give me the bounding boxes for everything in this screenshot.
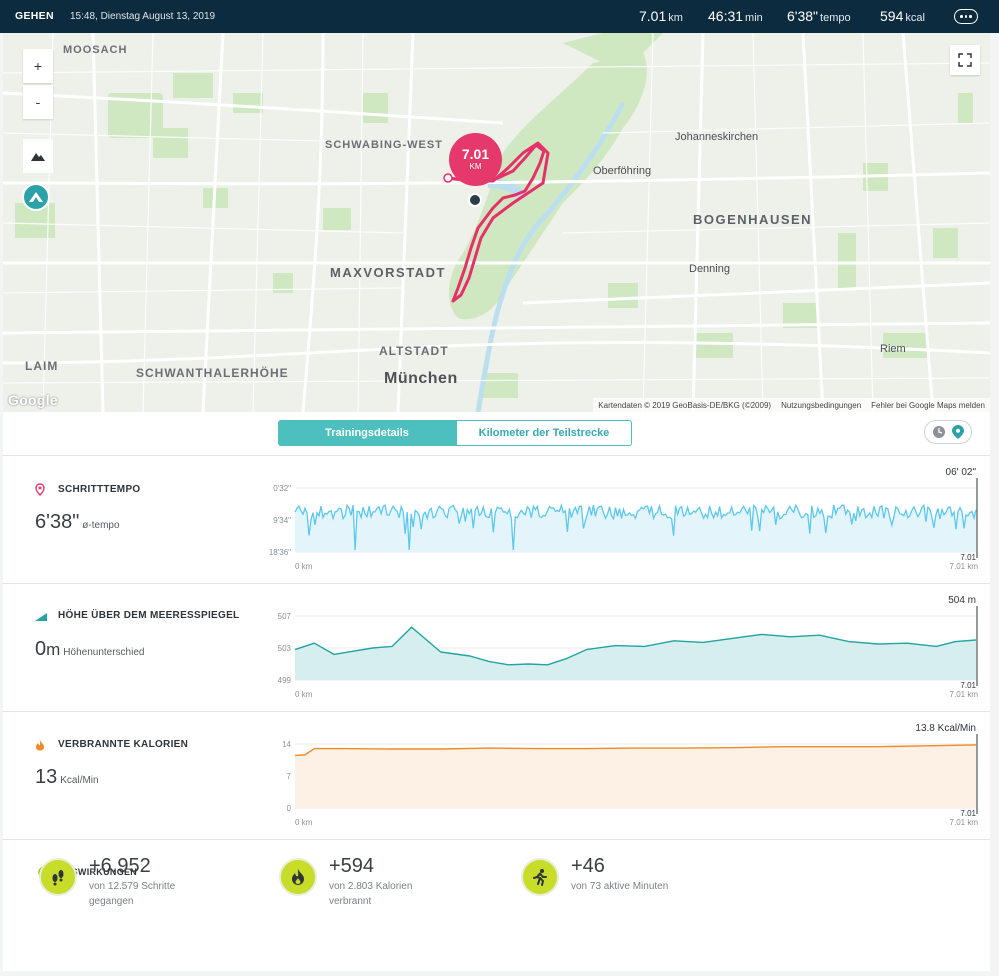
header-pace-unit: tempo [820,12,851,24]
calories-chart-y-tick: 0 [287,804,292,813]
header-calories: 594 kcal [880,8,925,24]
calories-chart[interactable]: 14 7 00 km 7.01 km7.01 13.8 Kcal/Min [3,712,990,840]
clock-icon[interactable] [932,425,946,439]
zoom-out-button[interactable]: - [23,85,53,119]
map-label-maxvorstadt: MAXVORSTADT [330,265,446,280]
impact-steps-value: +6.952 [89,855,151,877]
zoom-in-button[interactable]: + [23,49,53,83]
header-pace-value: 6'38" [787,8,819,24]
activity-header: GEHEN 15:48, Dienstag August 13, 2019 7.… [0,0,999,33]
impact-calories-value: +594 [329,855,375,877]
impact-active-desc: von 73 aktive Minuten [571,881,669,892]
elevation-chart-area [295,627,976,680]
header-distance-unit: km [668,12,683,24]
header-duration: 46:31 min [708,8,763,24]
pace-section: SCHRITTTEMPO 6'38" ø-tempo 0'32" 9'34" 18'3… [3,455,990,583]
map-label-oberfoehring: Oberföhring [593,165,652,177]
pace-chart-x-start: 0 km [295,562,313,571]
map-label-riem: Riem [880,343,906,355]
view-toggle[interactable] [924,420,972,444]
map-label-moosach: MOOSACH [63,44,128,56]
header-distance: 7.01 km [639,8,683,24]
elevation-chart-y-tick: 503 [278,644,292,653]
elevation-chart-x-end: 7.01 km [950,690,979,699]
active-badge [521,858,559,896]
distance-bubble: 7.01 KM [449,133,502,186]
calories-chart-x-end: 7.01 km [950,818,979,827]
header-duration-value: 46:31 [708,8,744,24]
activity-page: GEHEN 15:48, Dienstag August 13, 2019 7.… [0,0,999,976]
pace-chart-y-tick: 9'34" [273,516,291,525]
distance-bubble-unit: KM [469,162,482,171]
dot-icon [960,15,963,18]
google-logo: Google [8,392,59,408]
distance-bubble-value: 7.01 [461,146,490,162]
activity-datetime: 15:48, Dienstag August 13, 2019 [70,11,216,22]
elevation-chart-y-tick: 499 [278,676,292,685]
calories-chart-x-start: 0 km [295,818,313,827]
map-terms-link[interactable]: Nutzungsbedingungen [781,401,861,410]
map-label-schwanthalerhoehe: SCHWANTHALERHÖHE [136,366,289,380]
pace-chart-x-end: 7.01 km [950,562,979,571]
map-report-link[interactable]: Fehler bei Google Maps melden [871,401,985,410]
map-label-laim: LAIM [25,359,59,373]
impact-active-value: +46 [571,855,605,877]
map-label-muenchen: München [384,370,458,387]
dot-icon [964,15,968,18]
map-label-denning: Denning [689,263,730,275]
more-options-button[interactable] [954,9,978,24]
header-pace: 6'38" tempo [787,8,851,24]
pace-chart-x-end-marker: 7.01 [960,553,976,562]
map-attribution-text: Kartendaten © 2019 GeoBasis-DE/BKG (©200… [598,400,772,410]
calories-chart-y-tick: 14 [282,740,291,749]
elevation-section: HÖHE ÜBER DEM MEERESSPIEGEL 0m Höhenunter… [3,583,990,711]
terrain-button[interactable] [23,139,53,173]
calories-section: VERBRANNTE KALORIEN 13 Kcal/Min 14 7 0 0 km 7… [3,711,990,839]
pace-chart[interactable]: 0'32" 9'34" 18'36" 0 km 7.01 km7.01 06' 02" [3,456,990,584]
impact-steps-desc: von 12.579 Schritte gegangen [89,881,176,907]
fullscreen-icon [958,53,972,67]
footprints-icon [52,870,64,886]
tab-km-splits[interactable]: Kilometer der Teilstrecke [456,420,632,446]
map-label-schwabing-west: SCHWABING-WEST [325,139,443,151]
activity-type: GEHEN [15,10,54,22]
fullscreen-button[interactable] [950,45,980,75]
running-person-icon [533,869,547,886]
dot-icon [969,15,972,18]
header-distance-value: 7.01 [639,8,667,24]
route-map[interactable]: MOOSACH SCHWABING-WEST Johanneskirchen O… [3,33,990,412]
pace-chart-y-tick: 0'32" [273,484,291,493]
map-label-bogenhausen: BOGENHAUSEN [693,212,813,227]
tabs-bar: Trainingsdetails Kilometer der Teilstrec… [3,412,990,455]
tab-training-details[interactable]: Trainingsdetails [278,420,456,446]
route-start-marker [443,173,453,183]
header-duration-unit: min [745,12,763,24]
elevation-chart[interactable]: 507 503 4990 km 7.01 km7.01 504 m [3,584,990,712]
map-label-johanneskirchen: Johanneskirchen [675,131,759,143]
calories-chart-area [295,744,976,808]
header-calories-unit: kcal [905,12,925,24]
pace-chart-current-value: 06' 02" [946,467,977,478]
impact-calories-desc: von 2.803 Kalorien verbrannt [329,881,413,907]
map-base [3,33,990,412]
calories-chart-y-tick: 7 [287,772,292,781]
route-end-marker [468,193,482,207]
elevation-chart-x-end-marker: 7.01 [960,681,976,690]
steps-badge [39,858,77,896]
calories-chart-current-value: 13.8 Kcal/Min [915,723,976,734]
header-calories-value: 594 [880,8,904,24]
elevation-chart-current-value: 504 m [948,595,976,606]
mountain-icon [31,153,45,161]
calories-chart-x-end-marker: 7.01 [960,809,976,818]
elevation-chart-x-start: 0 km [295,690,313,699]
map-label-altstadt: ALTSTADT [379,344,449,358]
elevation-chart-y-tick: 507 [278,612,292,621]
route-view-button[interactable] [22,183,50,211]
pace-chart-y-tick: 18'36" [269,548,291,557]
calories-badge [279,858,317,896]
flame-icon [292,869,304,885]
route-mountain-icon [29,192,43,202]
location-pin-icon[interactable] [952,425,964,439]
map-attribution: Kartendaten © 2019 GeoBasis-DE/BKG (©200… [593,398,990,412]
